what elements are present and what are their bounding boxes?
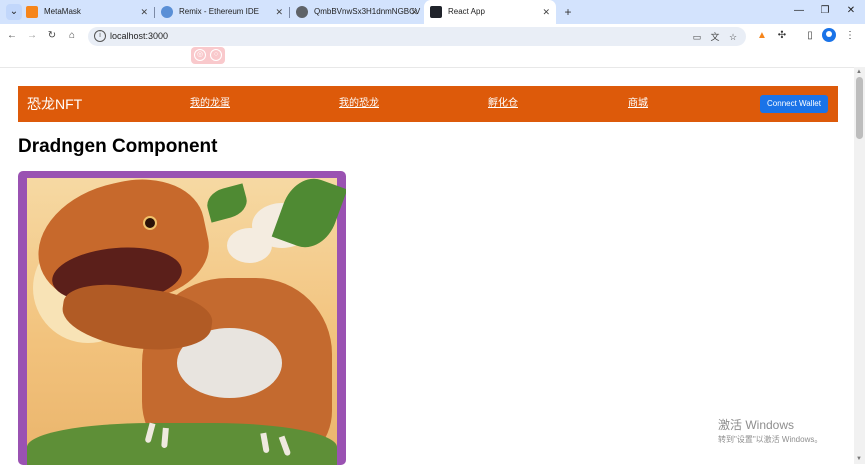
page-heading: Dradngen Component (18, 136, 218, 157)
tab-title: Remix - Ethereum IDE (179, 7, 260, 16)
new-tab-button[interactable]: + (561, 0, 575, 24)
fox-icon[interactable]: ▲ (754, 28, 770, 44)
globe-icon (296, 6, 308, 18)
tab-remix[interactable]: Remix - Ethereum IDE ✕ (155, 0, 289, 24)
close-window-button[interactable]: ✕ (838, 0, 864, 24)
browser-toolbar: ← → ↻ ⌂ i localhost:3000 ▭ 文 ☆ ▲ ✣ ▯ ⋮ (0, 24, 865, 48)
kebab-menu-icon[interactable]: ⋮ (842, 28, 858, 44)
tab-strip: ⌄ MetaMask ✕ Remix - Ethereum IDE ✕ QmbB… (0, 0, 865, 24)
nft-card[interactable] (18, 171, 346, 465)
puzzle-icon[interactable]: ✣ (774, 28, 790, 44)
arrow-left-icon: ← (7, 30, 17, 41)
plus-icon: + (564, 5, 572, 19)
tab-ipfs[interactable]: QmbBVnwSx3H1dnmNGBCV ✕ (290, 0, 424, 24)
brand-logo[interactable]: 恐龙NFT (27, 86, 82, 122)
restore-button[interactable]: ❐ (812, 0, 838, 24)
info-icon[interactable]: i (94, 30, 106, 42)
fox-icon (26, 6, 38, 18)
star-icon[interactable]: ☆ (726, 30, 740, 44)
page-viewport: 恐龙NFT 我的龙蛋 我的恐龙 孵化仓 商城 Connect Wallet Dr… (0, 67, 854, 465)
floating-widget[interactable]: ◎ ○ (191, 47, 225, 64)
nav-link-market[interactable]: 商城 (628, 86, 648, 122)
tab-title: MetaMask (44, 7, 81, 16)
nav-link-my-eggs[interactable]: 我的龙蛋 (190, 86, 230, 122)
app-navbar: 恐龙NFT 我的龙蛋 我的恐龙 孵化仓 商城 Connect Wallet (18, 86, 838, 122)
widget-icon[interactable]: ◎ (194, 49, 206, 61)
tab-title: React App (448, 7, 485, 16)
tab-title: QmbBVnwSx3H1dnmNGBCV (314, 7, 421, 16)
install-app-icon[interactable]: ▭ (690, 30, 704, 44)
close-icon: ✕ (846, 5, 856, 16)
nav-link-my-dragons[interactable]: 我的恐龙 (339, 86, 379, 122)
scroll-up-icon[interactable]: ▲ (856, 69, 862, 75)
jungle-foliage (27, 423, 337, 465)
minimize-button[interactable]: — (786, 0, 812, 24)
chevron-down-icon: ⌄ (9, 6, 19, 17)
search-icon[interactable]: ○ (210, 49, 222, 61)
address-bar[interactable]: i localhost:3000 ▭ 文 ☆ (88, 27, 746, 46)
page-scrollbar[interactable]: ▲ ▼ (854, 67, 865, 464)
close-icon[interactable]: ✕ (140, 0, 148, 24)
url-text[interactable]: localhost:3000 (110, 27, 168, 46)
palm-leaf (203, 183, 251, 223)
side-panel-icon[interactable]: ▯ (802, 28, 818, 44)
tab-react-app[interactable]: React App ✕ (424, 0, 556, 24)
close-icon[interactable]: ✕ (410, 0, 418, 24)
translate-icon[interactable]: 文 (708, 30, 722, 44)
remix-icon (161, 6, 173, 18)
nav-link-incubator[interactable]: 孵化仓 (488, 86, 518, 122)
react-icon (430, 6, 442, 18)
restore-icon: ❐ (820, 5, 830, 16)
dinosaur-image (26, 171, 346, 465)
scroll-thumb[interactable] (856, 77, 863, 139)
minimize-icon: — (794, 5, 804, 16)
profile-icon[interactable] (822, 28, 836, 42)
cloud-shape (227, 228, 272, 263)
reload-button[interactable]: ↻ (44, 28, 60, 44)
watermark-title: 激活 Windows (718, 418, 795, 432)
watermark-subtitle: 转到"设置"以激活 Windows。 (718, 435, 823, 444)
tab-metamask[interactable]: MetaMask ✕ (20, 0, 154, 24)
dinosaur-eye (143, 216, 157, 230)
windows-activation-watermark: 激活 Windows 转到"设置"以激活 Windows。 (718, 416, 822, 445)
reload-icon: ↻ (47, 30, 57, 41)
connect-wallet-button[interactable]: Connect Wallet (760, 95, 828, 113)
close-icon[interactable]: ✕ (275, 0, 283, 24)
home-button[interactable]: ⌂ (64, 28, 80, 44)
close-icon[interactable]: ✕ (542, 0, 550, 24)
home-icon: ⌂ (68, 30, 76, 41)
back-button[interactable]: ← (4, 28, 20, 44)
forward-button[interactable]: → (24, 28, 40, 44)
arrow-right-icon: → (27, 30, 37, 41)
scroll-down-icon[interactable]: ▼ (856, 456, 862, 462)
